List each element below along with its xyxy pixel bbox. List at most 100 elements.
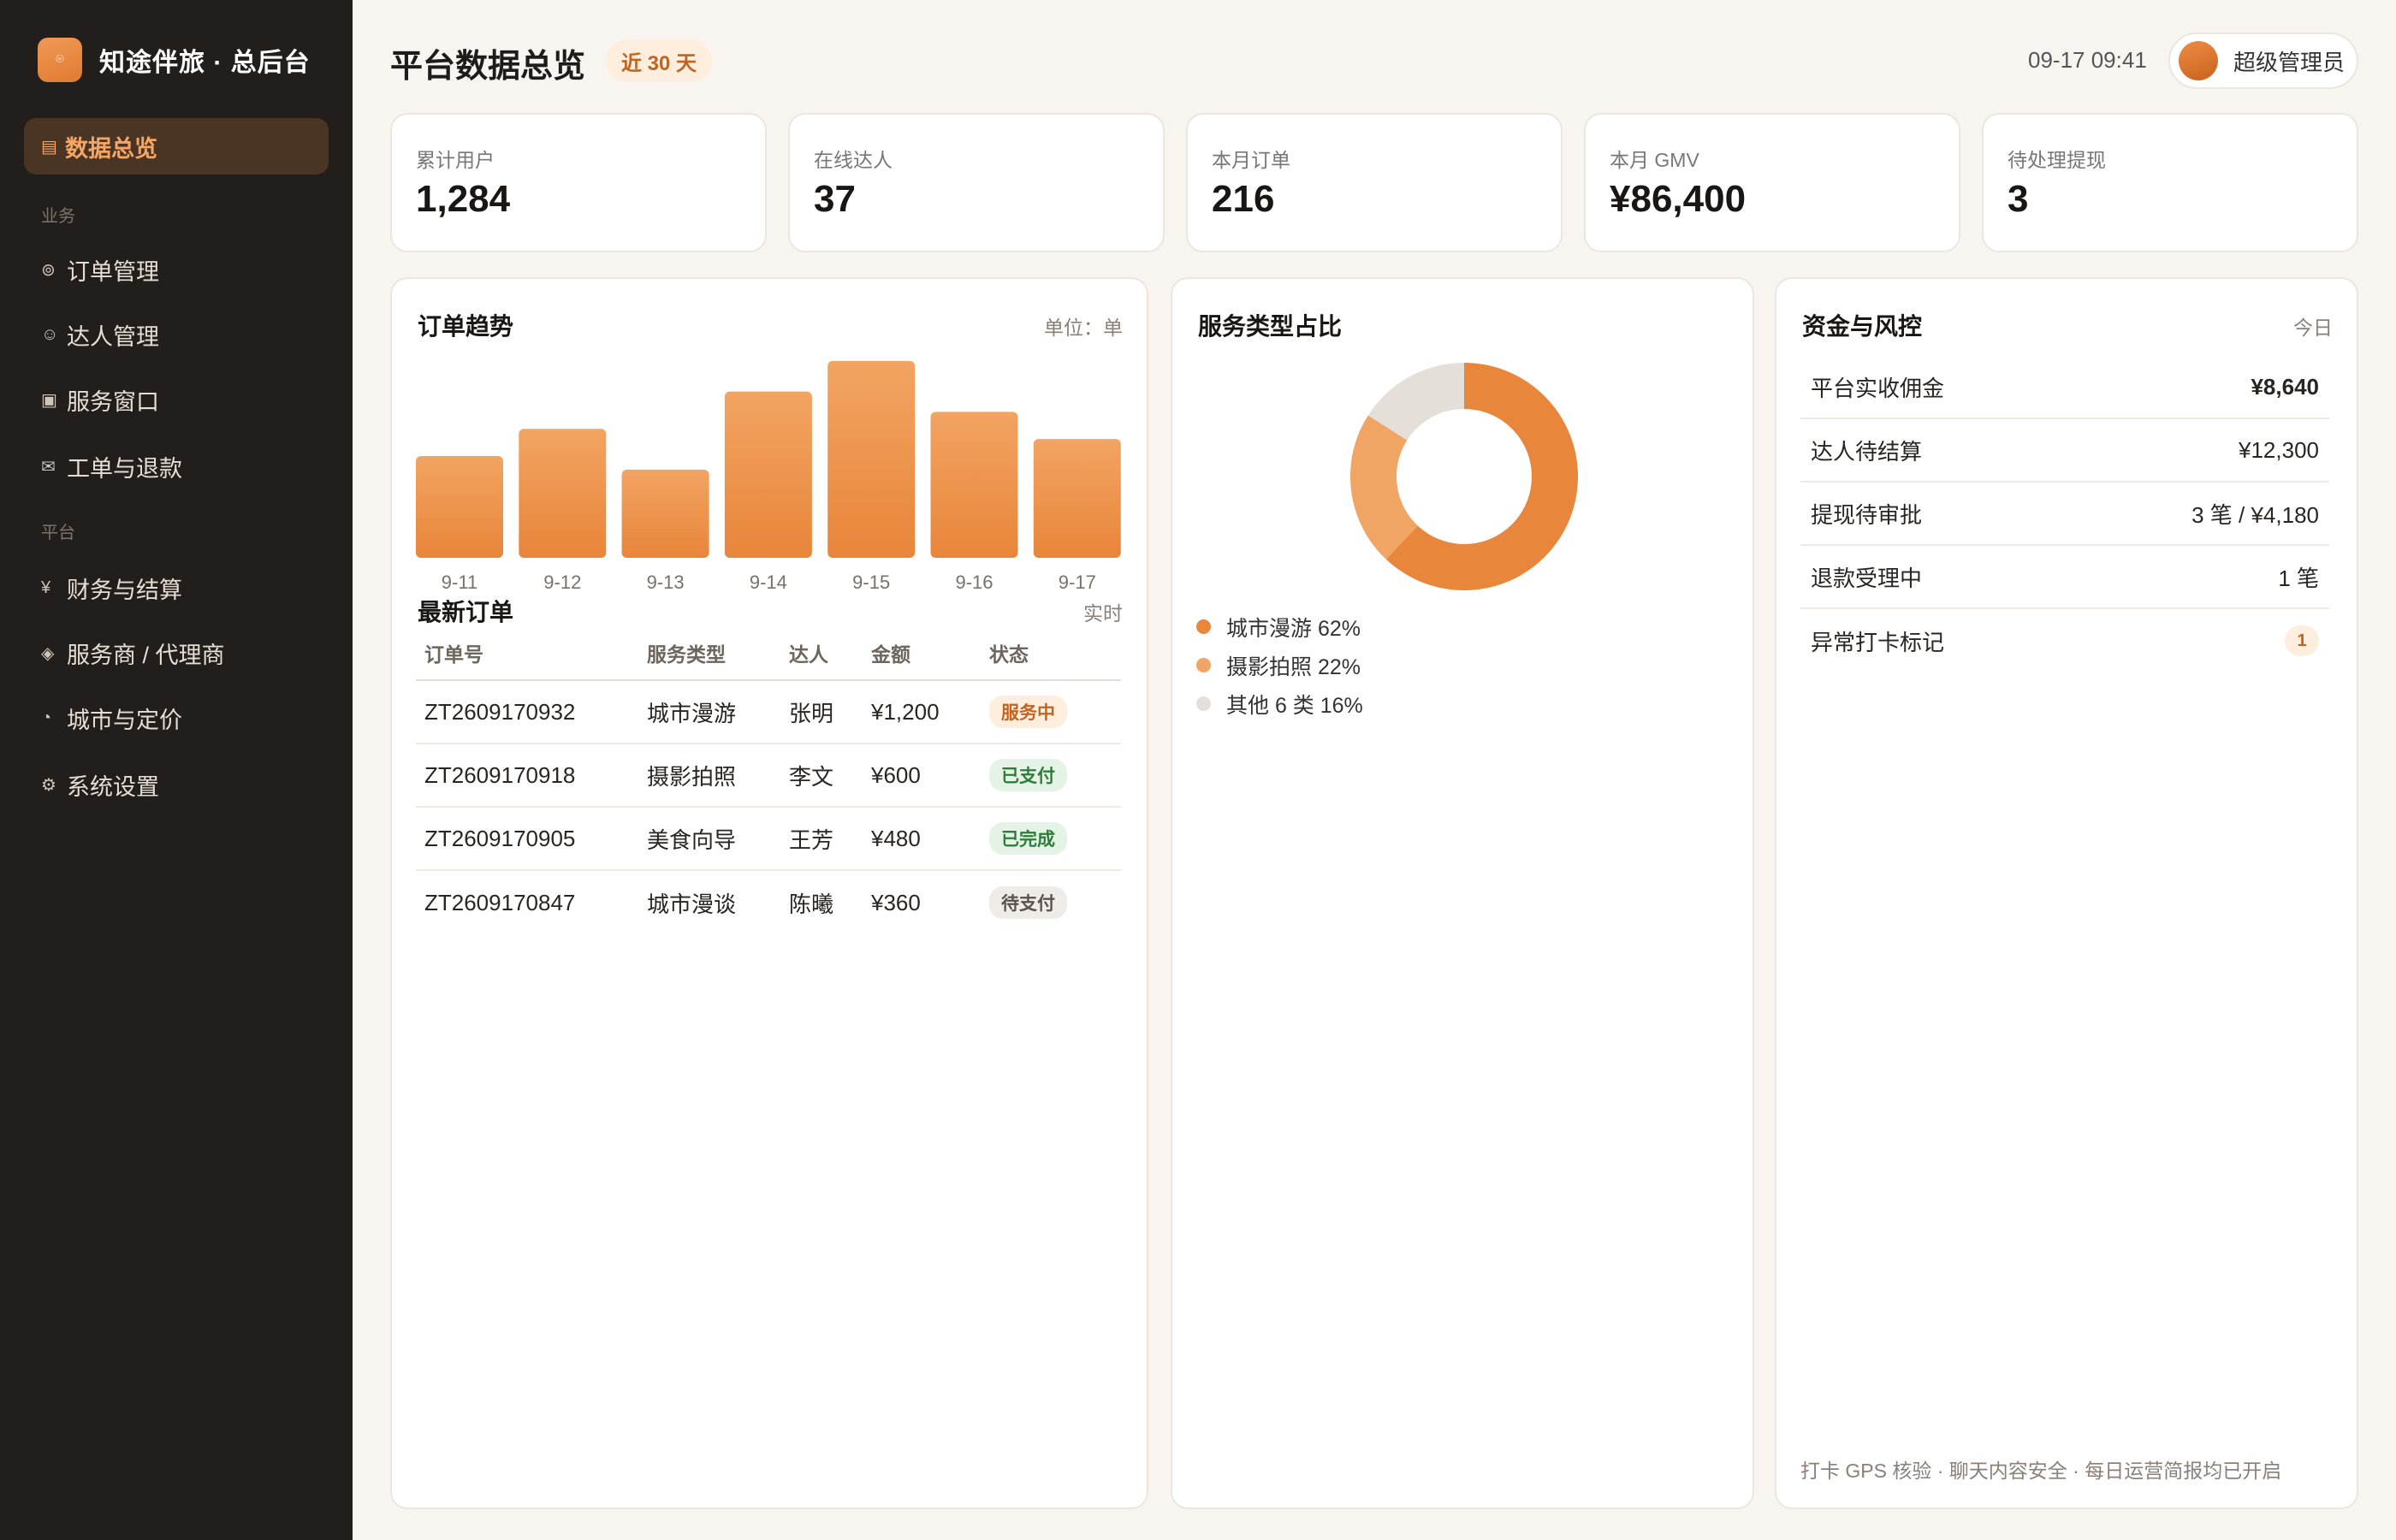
bar-9-16[interactable]	[930, 412, 1018, 558]
amount-cell: ¥480	[871, 825, 921, 851]
bar-9-11[interactable]	[416, 455, 503, 558]
sidebar-item-cities-pricing[interactable]: ◔ 城市与定价	[41, 702, 182, 735]
order-id-cell: ZT2609170905	[424, 825, 576, 851]
legend-item-city-roam: 城市漫游 62%	[1196, 607, 1363, 646]
legend-label: 城市漫游 62%	[1226, 616, 1361, 641]
guide-cell: 王芳	[789, 826, 834, 853]
window-icon: ▣	[41, 391, 57, 410]
realtime-label: 实时	[1083, 602, 1123, 625]
date-range-badge[interactable]: 近 30 天	[606, 39, 713, 82]
panel-title: 资金与风控	[1802, 313, 1923, 340]
status-cell: 服务中	[989, 696, 1121, 728]
status-badge: 服务中	[989, 696, 1067, 728]
legend-label: 摄影拍照 22%	[1226, 654, 1361, 679]
order-trend-chart: 9-11 9-12 9-13 9-14 9-15 9-16 9-17	[416, 360, 1121, 593]
order-id-cell: ZT2609170847	[424, 889, 576, 915]
service-type-cell: 城市漫谈	[647, 891, 737, 917]
kpi-label: 本月 GMV	[1610, 149, 1699, 171]
kpi-label: 本月订单	[1212, 149, 1290, 171]
sidebar-item-providers[interactable]: ◈ 服务商 / 代理商	[41, 637, 225, 670]
service-type-donut-chart	[1350, 363, 1578, 590]
sidebar-item-label: 服务商 / 代理商	[67, 643, 225, 668]
bar-9-15[interactable]	[827, 360, 916, 558]
x-tick-label: 9-13	[647, 572, 685, 593]
table-row[interactable]: ZT2609170932 城市漫游 张明 ¥1,200 服务中	[416, 681, 1121, 744]
order-icon: ⊚	[41, 261, 56, 280]
list-item-commission[interactable]: 平台实收佣金 ¥8,640	[1800, 356, 2329, 419]
row-value: ¥8,640	[2251, 373, 2319, 400]
row-label: 退款受理中	[1811, 565, 1923, 591]
pie-icon: ◔	[41, 708, 52, 727]
latest-orders-title: 最新订单	[418, 599, 514, 625]
bar-9-12[interactable]	[519, 429, 607, 558]
sidebar-item-orders[interactable]: ⊚ 订单管理	[41, 253, 159, 287]
status-badge: 已完成	[989, 822, 1067, 855]
sidebar-item-finance[interactable]: ¥ 财务与结算	[41, 572, 182, 605]
service-type-cell: 摄影拍照	[647, 763, 737, 790]
sidebar: ⌾ 知途伴旅 · 总后台 ▤ 数据总览 业务 ⊚ 订单管理 ☺ 达人管理 ▣ 服…	[0, 0, 353, 1540]
order-trend-panel: 订单趋势 单位：单 9-11 9-12 9-13 9-14 9-15 9-16 9-17 最…	[390, 277, 1148, 1509]
kpi-card-total-users: 累计用户 1,284	[390, 113, 767, 252]
row-label: 异常打卡标记	[1811, 629, 1945, 655]
kpi-label: 累计用户	[416, 149, 495, 171]
legend-swatch	[1196, 696, 1211, 711]
user-menu[interactable]: 超级管理员	[2168, 33, 2358, 89]
smile-icon: ☺	[41, 325, 59, 344]
bar-9-13[interactable]	[621, 469, 709, 558]
kpi-value: 1,284	[416, 178, 511, 220]
list-item-withdrawal-approval[interactable]: 提现待审批 3 笔 / ¥4,180	[1800, 483, 2329, 546]
sidebar-item-label: 财务与结算	[67, 578, 182, 603]
table-row[interactable]: ZT2609170847 城市漫谈 陈曦 ¥360 待支付	[416, 871, 1121, 934]
bar-9-14[interactable]	[724, 391, 812, 558]
table-row[interactable]: ZT2609170918 摄影拍照 李文 ¥600 已支付	[416, 744, 1121, 808]
current-datetime: 09-17 09:41	[2028, 47, 2147, 73]
gear-icon: ⚙	[41, 776, 56, 795]
panel-title: 订单趋势	[418, 313, 514, 340]
sidebar-item-label: 城市与定价	[67, 708, 182, 733]
row-value: 3 笔 / ¥4,180	[2191, 501, 2319, 528]
kpi-label: 待处理提现	[2008, 149, 2106, 171]
sidebar-item-settings[interactable]: ⚙ 系统设置	[41, 768, 159, 802]
bar-9-17[interactable]	[1033, 439, 1121, 558]
nav-section-platform: 平台	[41, 524, 75, 542]
list-item-guide-settlement[interactable]: 达人待结算 ¥12,300	[1800, 419, 2329, 483]
nav-section-business: 业务	[41, 207, 75, 226]
sidebar-item-tickets-refunds[interactable]: ✉ 工单与退款	[41, 450, 182, 483]
diamond-icon: ◈	[41, 644, 55, 663]
order-id-cell: ZT2609170932	[424, 698, 576, 725]
brand[interactable]: ⌾ 知途伴旅 · 总后台	[38, 38, 311, 82]
sidebar-item-label: 订单管理	[67, 259, 159, 285]
row-value: ¥12,300	[2239, 436, 2319, 463]
legend-item-photography: 摄影拍照 22%	[1196, 646, 1363, 684]
service-type-panel: 服务类型占比 城市漫游 62% 摄影拍照 22% 其他 6 类 16%	[1171, 277, 1754, 1509]
guide-cell: 陈曦	[789, 891, 834, 917]
yen-icon: ¥	[41, 578, 51, 597]
list-item-abnormal-checkin[interactable]: 异常打卡标记 1	[1800, 609, 2329, 672]
row-label: 提现待审批	[1811, 501, 1923, 528]
status-cell: 待支付	[989, 886, 1121, 919]
sidebar-item-label: 系统设置	[67, 774, 159, 800]
service-type-cell: 美食向导	[647, 826, 737, 853]
mail-icon: ✉	[41, 458, 56, 477]
status-badge: 已支付	[989, 759, 1067, 791]
column-header-status: 状态	[989, 643, 1029, 666]
finance-list: 平台实收佣金 ¥8,640 达人待结算 ¥12,300 提现待审批 3 笔 / …	[1800, 356, 2329, 672]
row-value: 1 笔	[2278, 565, 2319, 591]
kpi-value: 37	[814, 178, 856, 220]
sidebar-item-label: 达人管理	[67, 324, 159, 350]
chart-legend: 城市漫游 62% 摄影拍照 22% 其他 6 类 16%	[1196, 607, 1363, 723]
kpi-card-online-guides: 在线达人 37	[788, 113, 1165, 252]
table-row[interactable]: ZT2609170905 美食向导 王芳 ¥480 已完成	[416, 808, 1121, 871]
kpi-card-monthly-orders: 本月订单 216	[1186, 113, 1563, 252]
x-tick-label: 9-15	[852, 572, 890, 593]
x-tick-label: 9-12	[543, 572, 581, 593]
sidebar-item-guides[interactable]: ☺ 达人管理	[41, 318, 159, 352]
sidebar-item-overview[interactable]: ▤ 数据总览	[24, 118, 329, 175]
kpi-value: 216	[1212, 178, 1275, 220]
kpi-card-monthly-gmv: 本月 GMV ¥86,400	[1584, 113, 1960, 252]
list-item-refunds[interactable]: 退款受理中 1 笔	[1800, 546, 2329, 609]
guide-cell: 李文	[789, 763, 834, 790]
sidebar-item-service-window[interactable]: ▣ 服务窗口	[41, 383, 159, 417]
x-tick-label: 9-17	[1059, 572, 1096, 593]
brand-title: 知途伴旅 · 总后台	[99, 49, 311, 77]
